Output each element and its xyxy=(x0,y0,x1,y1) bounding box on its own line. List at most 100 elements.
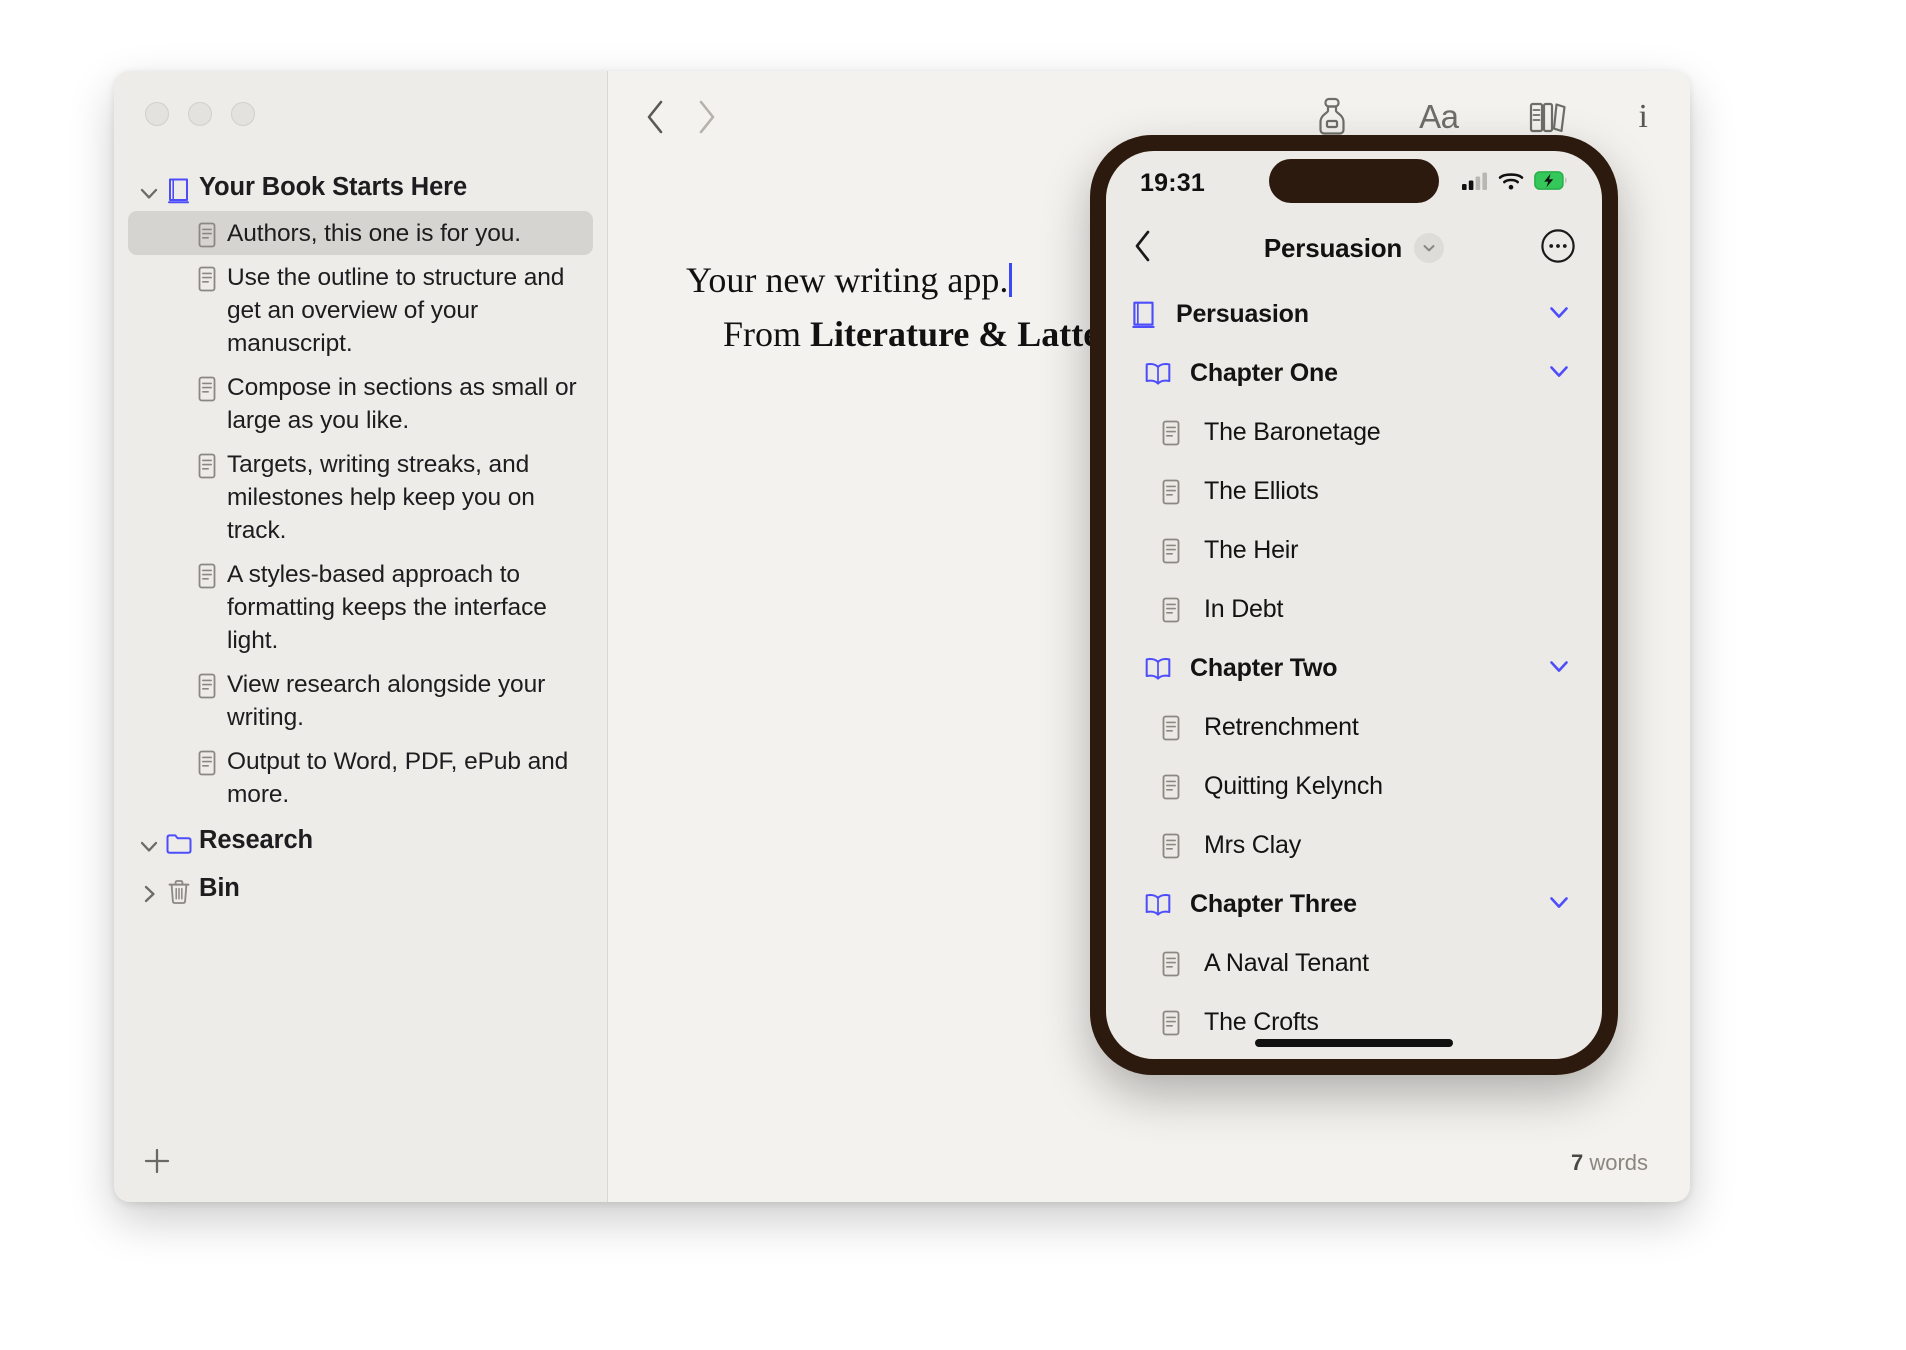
dynamic-island xyxy=(1269,159,1439,203)
phone-list-item[interactable]: Persuasion xyxy=(1106,285,1602,344)
phone-list-item-label: Mrs Clay xyxy=(1204,831,1302,859)
document-icon xyxy=(190,260,224,294)
binder-row[interactable]: Compose in sections as small or large as… xyxy=(128,365,593,442)
book-icon xyxy=(1128,299,1170,331)
binder-row[interactable]: Bin xyxy=(128,864,593,912)
binder-row[interactable]: Targets, writing streaks, and milestones… xyxy=(128,442,593,552)
word-count-label: words xyxy=(1583,1150,1648,1175)
iphone-device: 19:31 Persuasion Persuasion Chapter One … xyxy=(1090,135,1618,1075)
phone-list-item-label: Chapter Two xyxy=(1190,654,1338,682)
toolbar-actions: Aa i xyxy=(1313,96,1648,138)
phone-list-item-label: Persuasion xyxy=(1176,300,1309,328)
phone-disclosure-chevron-icon[interactable] xyxy=(1544,356,1574,391)
editor-line-2-bold: Literature & Latte xyxy=(810,314,1100,354)
document-icon xyxy=(190,370,224,404)
phone-list-item-label: The Crofts xyxy=(1204,1008,1319,1036)
phone-back-button[interactable] xyxy=(1132,229,1154,268)
binder-row-label: Use the outline to structure and get an … xyxy=(227,264,565,357)
back-button[interactable] xyxy=(642,98,668,136)
document-icon xyxy=(1156,536,1198,566)
disclosure-spacer xyxy=(164,260,190,267)
typography-button[interactable]: Aa xyxy=(1419,98,1459,136)
phone-list-item-label: Chapter Three xyxy=(1190,890,1357,918)
chevron-down-icon[interactable] xyxy=(1414,233,1445,263)
disclosure-spacer xyxy=(164,370,190,377)
phone-list-item[interactable]: The Heir xyxy=(1106,521,1602,580)
binder-row[interactable]: Output to Word, PDF, ePub and more. xyxy=(128,739,593,816)
phone-nav-bar: Persuasion xyxy=(1106,215,1602,281)
typography-label: Aa xyxy=(1419,98,1459,135)
bookshelf-icon[interactable] xyxy=(1527,97,1571,137)
phone-list-item[interactable]: A Naval Tenant xyxy=(1106,934,1602,993)
binder-row[interactable]: Use the outline to structure and get an … xyxy=(128,255,593,365)
disclosure-spacer xyxy=(164,216,190,223)
binder-outline: Your Book Starts Here Authors, this one … xyxy=(114,163,607,1124)
add-item-button[interactable] xyxy=(140,1144,174,1183)
document-icon xyxy=(190,216,224,250)
status-indicators xyxy=(1462,171,1568,196)
minimize-button[interactable] xyxy=(188,102,212,126)
binder-row-label: View research alongside your writing. xyxy=(227,671,546,731)
binder-sidebar: Your Book Starts Here Authors, this one … xyxy=(114,71,608,1202)
phone-list-item-label: The Elliots xyxy=(1204,477,1319,505)
inspector-info-button[interactable]: i xyxy=(1639,98,1648,136)
ellipsis-circle-icon[interactable] xyxy=(1540,228,1576,269)
status-bar: 19:31 xyxy=(1106,151,1602,215)
document-icon xyxy=(1156,772,1198,802)
trash-icon xyxy=(162,871,196,907)
phone-list-item[interactable]: In Debt xyxy=(1106,580,1602,639)
phone-list-item[interactable]: The Baronetage xyxy=(1106,403,1602,462)
phone-disclosure-chevron-icon[interactable] xyxy=(1544,651,1574,686)
document-icon xyxy=(1156,831,1198,861)
word-count-number: 7 xyxy=(1570,1150,1584,1175)
phone-list-item[interactable]: Quitting Kelynch xyxy=(1106,757,1602,816)
binder-row[interactable]: Research xyxy=(128,816,593,864)
binder-row[interactable]: Authors, this one is for you. xyxy=(128,211,593,255)
binder-row[interactable]: Your Book Starts Here xyxy=(128,163,593,211)
phone-list-item[interactable]: Mrs Clay xyxy=(1106,816,1602,875)
phone-list-item[interactable]: Retrenchment xyxy=(1106,698,1602,757)
phone-list-item[interactable]: Chapter Two xyxy=(1106,639,1602,698)
binder-row-label: Compose in sections as small or large as… xyxy=(227,374,577,434)
home-indicator xyxy=(1255,1039,1453,1047)
binder-row-label: A styles-based approach to formatting ke… xyxy=(227,561,547,654)
phone-list-item[interactable]: Chapter Three xyxy=(1106,875,1602,934)
phone-list-item[interactable]: Chapter One xyxy=(1106,344,1602,403)
forward-button[interactable] xyxy=(694,98,720,136)
disclosure-expanded-icon[interactable] xyxy=(136,170,162,206)
info-label: i xyxy=(1638,98,1648,135)
editor-line-2-prefix: From xyxy=(723,314,811,354)
phone-disclosure-chevron-icon[interactable] xyxy=(1544,887,1574,922)
document-icon xyxy=(1156,595,1198,625)
binder-row-label: Targets, writing streaks, and milestones… xyxy=(227,451,535,544)
book-icon xyxy=(162,170,196,206)
zoom-button[interactable] xyxy=(231,102,255,126)
history-nav xyxy=(642,98,720,136)
editor-line-1-text: Your new writing app. xyxy=(686,260,1009,300)
open-book-icon xyxy=(1142,653,1184,685)
phone-list-item[interactable]: The Elliots xyxy=(1106,462,1602,521)
phone-disclosure-chevron-icon[interactable] xyxy=(1544,297,1574,332)
document-icon xyxy=(1156,1008,1198,1038)
wifi-icon xyxy=(1498,171,1524,196)
phone-title: Persuasion xyxy=(1263,232,1403,263)
open-book-icon xyxy=(1142,889,1184,921)
ink-bottle-icon[interactable] xyxy=(1313,96,1351,138)
binder-row-label: Authors, this one is for you. xyxy=(227,220,521,247)
document-icon xyxy=(190,447,224,481)
binder-row[interactable]: View research alongside your writing. xyxy=(128,662,593,739)
document-icon xyxy=(190,667,224,701)
phone-list-item-label: The Baronetage xyxy=(1204,418,1381,446)
phone-title-group: Persuasion xyxy=(1106,233,1602,264)
phone-list-item[interactable]: Chapter Four xyxy=(1106,1052,1602,1059)
document-icon xyxy=(190,744,224,778)
phone-binder-list: Persuasion Chapter One The Baronetage Th… xyxy=(1106,281,1602,1059)
close-button[interactable] xyxy=(145,102,169,126)
word-count: 7 words xyxy=(1571,1150,1648,1176)
status-time: 19:31 xyxy=(1140,168,1205,197)
disclosure-collapsed-icon[interactable] xyxy=(136,871,162,907)
cellular-signal-icon xyxy=(1462,171,1488,196)
binder-row[interactable]: A styles-based approach to formatting ke… xyxy=(128,552,593,662)
disclosure-expanded-icon[interactable] xyxy=(136,823,162,859)
binder-row-label: Bin xyxy=(199,874,240,902)
